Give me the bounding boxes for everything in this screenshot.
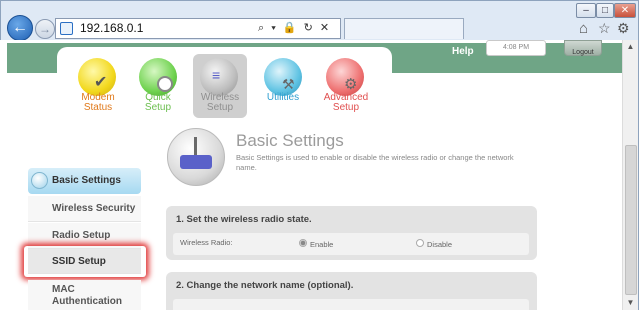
wireless-radio-label: Wireless Radio: bbox=[180, 238, 233, 247]
nav-label-advanced-setup[interactable]: Advanced Setup bbox=[320, 93, 372, 113]
enable-label: Enable bbox=[310, 240, 334, 249]
wireless-router-icon bbox=[167, 128, 225, 186]
logout-button[interactable]: Logout bbox=[564, 40, 602, 56]
back-button[interactable]: ← bbox=[7, 15, 33, 41]
nav-label-wireless-setup[interactable]: Wireless Setup bbox=[194, 93, 246, 113]
address-bar-icons[interactable]: ⌕ ▾ 🔒 ↻ ✕ bbox=[258, 19, 331, 38]
scroll-up-icon[interactable]: ▲ bbox=[625, 42, 636, 52]
close-window-button[interactable]: ✕ bbox=[614, 3, 636, 18]
sidebar-item-ssid-setup[interactable]: SSID Setup bbox=[28, 249, 141, 274]
time-display: 4:08 PM bbox=[486, 40, 546, 56]
advanced-setup-icon[interactable]: ⚙ bbox=[326, 58, 364, 96]
tools-icon: ⚒ bbox=[282, 76, 295, 92]
active-item-icon bbox=[31, 172, 48, 189]
router-icon: ≡ bbox=[212, 67, 221, 83]
forward-arrow-icon: → bbox=[39, 22, 51, 36]
network-name-row bbox=[173, 299, 529, 310]
section2-title: 2. Change the network name (optional). bbox=[176, 280, 354, 291]
enable-radio[interactable] bbox=[299, 239, 307, 247]
disable-label: Disable bbox=[427, 240, 453, 249]
forward-button[interactable]: → bbox=[35, 19, 55, 39]
gear-icon[interactable]: ⚙ bbox=[617, 20, 630, 37]
page-description: Basic Settings is used to enable or disa… bbox=[236, 153, 514, 172]
address-text: 192.168.0.1 bbox=[80, 21, 144, 35]
modem-status-icon[interactable]: ✔ bbox=[78, 58, 116, 96]
router-body-icon bbox=[180, 155, 212, 169]
address-bar[interactable]: 192.168.0.1 ⌕ ▾ 🔒 ↻ ✕ bbox=[55, 18, 341, 39]
section1-title: 1. Set the wireless radio state. bbox=[176, 214, 312, 225]
home-icon[interactable]: ⌂ bbox=[579, 20, 588, 37]
minimize-button[interactable]: – bbox=[576, 3, 596, 18]
favorites-icon[interactable]: ☆ bbox=[598, 20, 611, 37]
gear-icon: ⚙ bbox=[344, 76, 358, 93]
page-icon bbox=[60, 22, 73, 35]
maximize-button[interactable]: □ bbox=[596, 3, 614, 18]
clock-icon bbox=[157, 76, 173, 92]
nav-label-modem-status[interactable]: Modem Status bbox=[73, 93, 123, 113]
scroll-thumb[interactable] bbox=[625, 145, 637, 295]
antenna-icon bbox=[194, 137, 197, 155]
vertical-scrollbar[interactable]: ▲ ▼ bbox=[622, 40, 638, 310]
wireless-setup-icon[interactable]: ≡ bbox=[200, 58, 238, 96]
new-tab[interactable] bbox=[344, 18, 464, 39]
scroll-down-icon[interactable]: ▼ bbox=[625, 298, 636, 308]
disable-radio[interactable] bbox=[416, 239, 424, 247]
utilities-icon[interactable]: ⚒ bbox=[264, 58, 302, 96]
help-link[interactable]: Help bbox=[452, 46, 474, 57]
page-title: Basic Settings bbox=[236, 131, 344, 150]
sidebar-item-wireless-security[interactable]: Wireless Security bbox=[28, 196, 141, 222]
checkmark-icon: ✔ bbox=[94, 74, 108, 91]
back-arrow-icon: ← bbox=[12, 19, 28, 36]
quick-setup-icon[interactable] bbox=[139, 58, 177, 96]
sidebar-item-mac-authentication[interactable]: MAC Authentication bbox=[28, 280, 141, 310]
nav-label-quick-setup[interactable]: Quick Setup bbox=[134, 93, 182, 113]
nav-label-utilities[interactable]: Utilities bbox=[258, 93, 308, 103]
